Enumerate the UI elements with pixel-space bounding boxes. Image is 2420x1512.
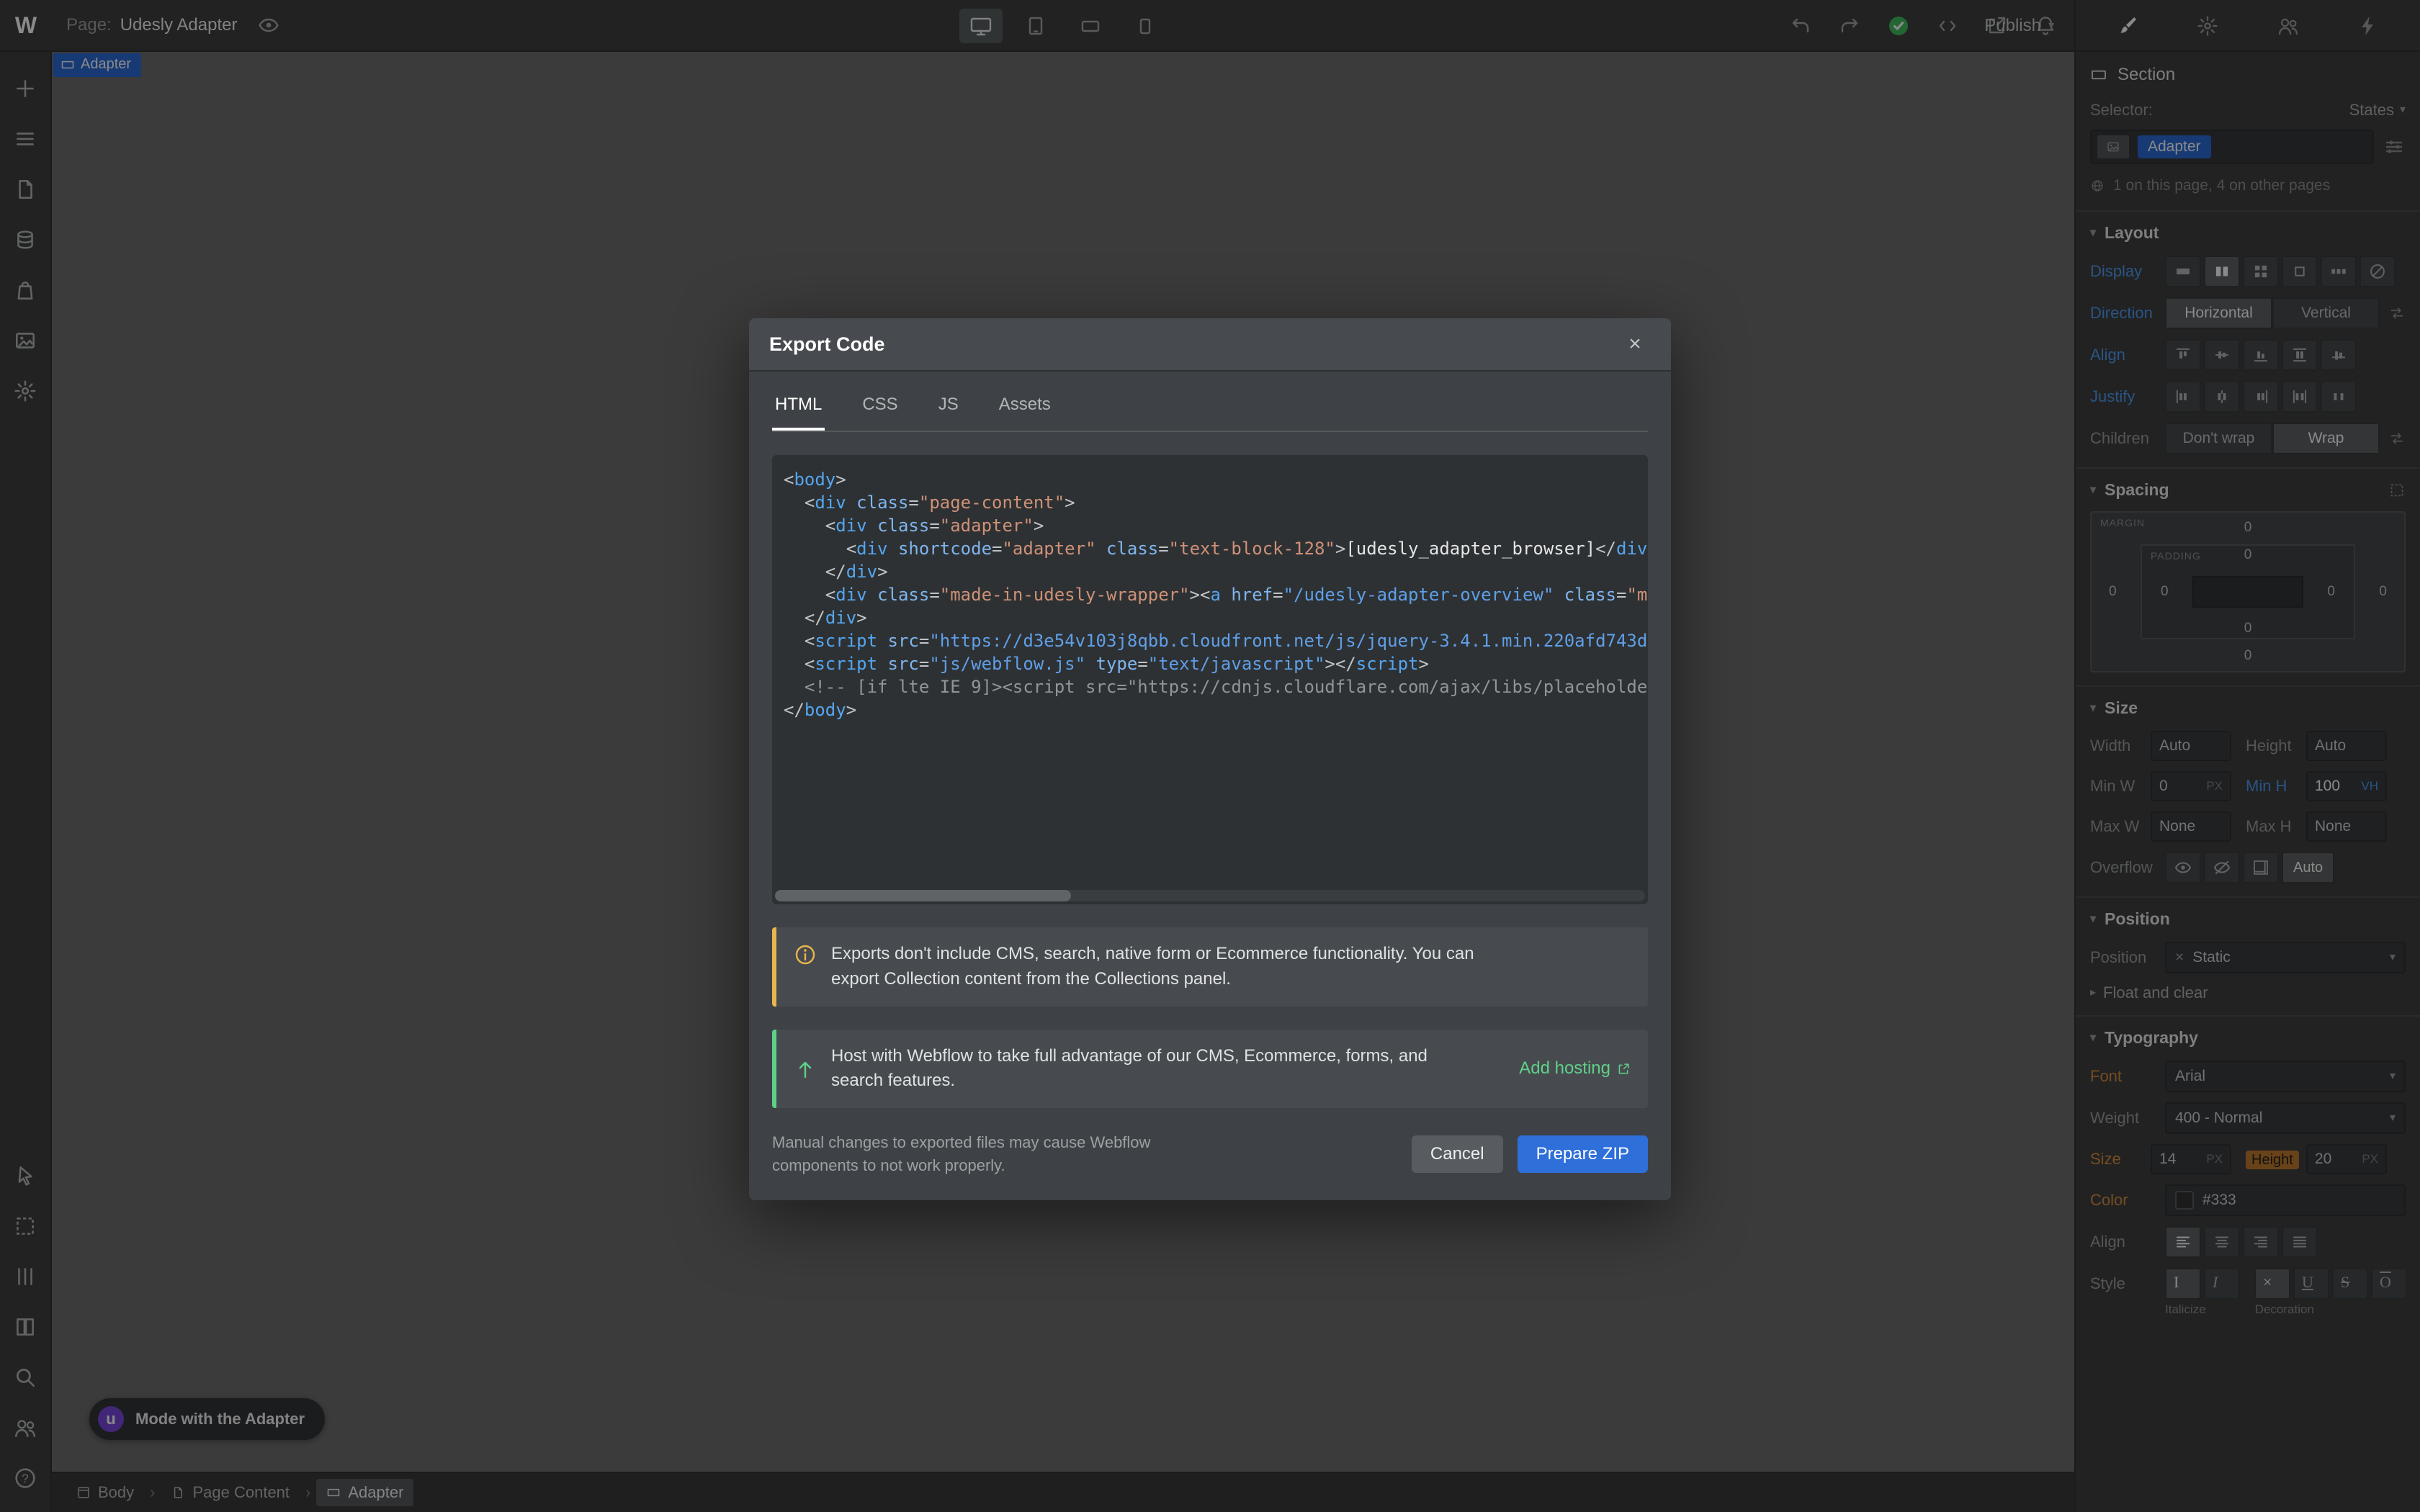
- code-line: <div class="made-in-udesly-wrapper"><a h…: [784, 583, 1648, 606]
- export-tabs: HTML CSS JS Assets: [772, 372, 1648, 432]
- export-code-modal: Export Code × HTML CSS JS Assets <body> <di…: [749, 318, 1671, 1200]
- arrow-up-icon: [794, 1058, 817, 1081]
- modal-header: Export Code ×: [749, 318, 1671, 372]
- code-line: <script src="js/webflow.js" type="text/j…: [784, 652, 1648, 675]
- webflow-designer: W Page: Udesly Adapter Publish ▾ ? Adapt…: [0, 0, 2420, 1512]
- export-tab-css[interactable]: CSS: [859, 380, 900, 431]
- export-tab-html[interactable]: HTML: [772, 380, 825, 431]
- cms-export-warning: Exports don't include CMS, search, nativ…: [772, 927, 1648, 1007]
- code-line: <div shortcode="adapter" class="text-blo…: [784, 537, 1648, 560]
- export-tab-js[interactable]: JS: [936, 380, 962, 431]
- export-tab-assets[interactable]: Assets: [996, 380, 1054, 431]
- external-link-icon: [1616, 1062, 1631, 1076]
- info-icon: [794, 943, 817, 966]
- code-line: </div>: [784, 560, 1648, 583]
- code-content: <body> <div class="page-content"> <div c…: [772, 455, 1648, 721]
- modal-title: Export Code: [769, 333, 885, 356]
- code-line: <!-- [if lte IE 9]><script src="https://…: [784, 675, 1648, 698]
- code-line: <div class="page-content">: [784, 491, 1648, 514]
- scrollbar-thumb[interactable]: [775, 890, 1071, 901]
- horizontal-scrollbar[interactable]: [775, 890, 1645, 901]
- cancel-button[interactable]: Cancel: [1412, 1135, 1503, 1173]
- code-line: <script src="https://d3e54v103j8qbb.clou…: [784, 629, 1648, 652]
- export-disclaimer: Manual changes to exported files may cau…: [772, 1131, 1175, 1177]
- hosting-upsell: Host with Webflow to take full advantage…: [772, 1030, 1648, 1109]
- code-line: <body>: [784, 468, 1648, 491]
- code-line: </body>: [784, 698, 1648, 721]
- code-viewer[interactable]: <body> <div class="page-content"> <div c…: [772, 455, 1648, 904]
- add-hosting-link[interactable]: Add hosting: [1519, 1056, 1631, 1081]
- code-line: <div class="adapter">: [784, 514, 1648, 537]
- code-line: </div>: [784, 606, 1648, 629]
- prepare-zip-button[interactable]: Prepare ZIP: [1518, 1135, 1648, 1173]
- close-icon[interactable]: ×: [1619, 328, 1651, 360]
